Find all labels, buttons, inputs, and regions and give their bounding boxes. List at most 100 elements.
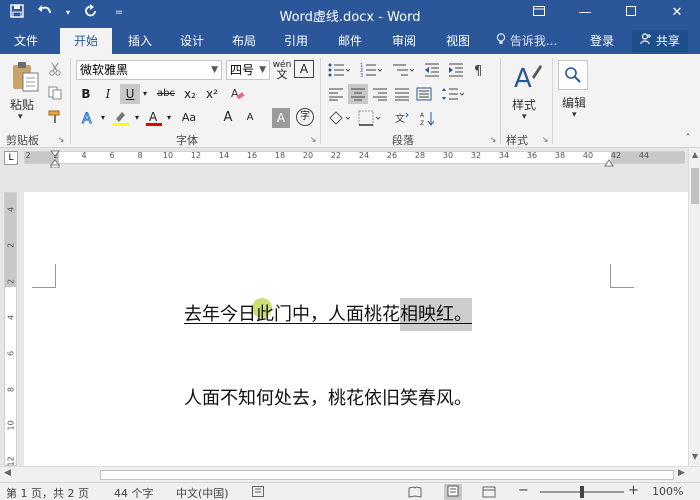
- enclose-characters-button[interactable]: 字: [296, 108, 314, 126]
- document-page[interactable]: 去年今日此门中，人面桃花相映红。 人面不知何处去，桃花依旧笑春风。: [24, 192, 688, 466]
- decrease-indent-icon[interactable]: [422, 60, 442, 80]
- align-center-icon[interactable]: [348, 84, 368, 104]
- change-case-button[interactable]: Aa: [176, 108, 202, 128]
- share-label: 共享: [655, 34, 680, 48]
- text-effects-icon[interactable]: A: [76, 108, 100, 128]
- font-launcher-icon[interactable]: ↘: [308, 134, 318, 144]
- align-right-icon[interactable]: [370, 84, 390, 104]
- justify-icon[interactable]: [392, 84, 412, 104]
- zoom-in-icon[interactable]: +: [628, 483, 639, 498]
- editing-button[interactable]: 编辑: [562, 94, 586, 111]
- subscript-button[interactable]: x₂: [180, 84, 200, 104]
- macro-record-icon[interactable]: [252, 486, 264, 500]
- zoom-slider-handle[interactable]: [580, 486, 584, 498]
- print-layout-icon[interactable]: [444, 484, 462, 500]
- paste-dropdown-icon[interactable]: ▾: [18, 112, 23, 122]
- chevron-down-icon[interactable]: ▾: [164, 108, 174, 128]
- paste-icon[interactable]: [8, 60, 42, 94]
- styles-button[interactable]: 样式: [512, 96, 536, 113]
- tab-layout[interactable]: 布局: [224, 28, 264, 54]
- close-icon[interactable]: ✕: [654, 0, 700, 28]
- window-controls: — ✕: [516, 0, 700, 28]
- grow-font-button[interactable]: A: [218, 108, 238, 128]
- login-link[interactable]: 登录: [590, 28, 614, 54]
- clear-formatting-icon[interactable]: A: [228, 84, 248, 104]
- zoom-level[interactable]: 100%: [652, 485, 683, 498]
- superscript-button[interactable]: x²: [202, 84, 222, 104]
- underline-dropdown-icon[interactable]: ▾: [140, 84, 150, 104]
- italic-button[interactable]: I: [98, 84, 118, 104]
- find-icon[interactable]: [558, 60, 588, 90]
- tab-home[interactable]: 开始: [60, 28, 112, 54]
- tell-me-box[interactable]: 告诉我...: [496, 28, 557, 54]
- minimize-icon[interactable]: —: [562, 0, 608, 28]
- chevron-down-icon[interactable]: ▾: [132, 108, 142, 128]
- font-size-select[interactable]: 四号 ▼: [226, 60, 270, 80]
- indent-marker-icon[interactable]: [50, 150, 60, 168]
- phonetic-guide-button[interactable]: wén 文: [272, 60, 292, 80]
- read-mode-icon[interactable]: [408, 486, 422, 500]
- collapse-ribbon-icon[interactable]: ˄: [682, 132, 694, 144]
- tab-review[interactable]: 审阅: [384, 28, 424, 54]
- font-color-icon[interactable]: A: [144, 108, 164, 128]
- bullets-icon[interactable]: [326, 60, 352, 80]
- multilevel-list-icon[interactable]: [390, 60, 416, 80]
- highlight-color-icon[interactable]: [110, 108, 132, 128]
- zoom-out-icon[interactable]: −: [518, 483, 529, 498]
- character-shading-button[interactable]: A: [272, 108, 290, 128]
- asian-layout-icon[interactable]: 文: [392, 108, 412, 128]
- tab-references[interactable]: 引用: [276, 28, 316, 54]
- language-indicator[interactable]: 中文(中国): [176, 485, 229, 500]
- vertical-scrollbar[interactable]: ▲ ▼: [688, 148, 700, 466]
- styles-launcher-icon[interactable]: ↘: [540, 134, 550, 144]
- paragraph-launcher-icon[interactable]: ↘: [488, 134, 498, 144]
- horizontal-scroll-thumb[interactable]: [100, 470, 674, 480]
- zoom-slider[interactable]: [540, 486, 624, 498]
- scroll-left-icon[interactable]: ◀: [4, 468, 11, 478]
- tab-insert[interactable]: 插入: [118, 28, 162, 54]
- styles-icon[interactable]: A: [510, 60, 544, 94]
- character-border-button[interactable]: A: [294, 60, 314, 78]
- paragraph-line-2[interactable]: 人面不知何处去，桃花依旧笑春风。: [184, 384, 472, 410]
- shrink-font-button[interactable]: A: [240, 108, 260, 128]
- distributed-icon[interactable]: [414, 84, 434, 104]
- sort-icon[interactable]: AZ: [418, 108, 438, 128]
- line-spacing-icon[interactable]: [440, 84, 466, 104]
- tab-view[interactable]: 视图: [438, 28, 478, 54]
- horizontal-scrollbar[interactable]: ◀ ▶: [0, 466, 700, 482]
- tab-selector[interactable]: L: [4, 151, 18, 165]
- maximize-icon[interactable]: [608, 0, 654, 28]
- page-count[interactable]: 第 1 页，共 2 页: [6, 485, 89, 500]
- ribbon-display-icon[interactable]: [516, 0, 562, 28]
- right-indent-marker-icon[interactable]: [604, 158, 614, 168]
- cut-icon[interactable]: [46, 60, 64, 78]
- word-count[interactable]: 44 个字: [114, 485, 154, 500]
- clipboard-launcher-icon[interactable]: ↘: [56, 134, 66, 144]
- paragraph-line-1[interactable]: 去年今日此门中，人面桃花相映红。: [184, 298, 472, 331]
- styles-dropdown-icon[interactable]: ▾: [522, 112, 527, 122]
- share-button[interactable]: 共享: [632, 30, 688, 52]
- editing-dropdown-icon[interactable]: ▾: [572, 110, 577, 120]
- increase-indent-icon[interactable]: [446, 60, 466, 80]
- format-painter-icon[interactable]: [46, 108, 64, 126]
- chevron-down-icon[interactable]: ▾: [98, 108, 108, 128]
- scroll-up-icon[interactable]: ▲: [689, 150, 700, 159]
- tab-design[interactable]: 设计: [172, 28, 212, 54]
- vertical-scroll-thumb[interactable]: [691, 168, 699, 204]
- bold-button[interactable]: B: [76, 84, 96, 104]
- paste-button[interactable]: 粘贴: [10, 96, 34, 113]
- tab-file[interactable]: 文件: [6, 28, 46, 54]
- align-left-icon[interactable]: [326, 84, 346, 104]
- font-name-select[interactable]: 微软雅黑 ▼: [76, 60, 222, 80]
- underline-button[interactable]: U: [120, 84, 140, 104]
- paragraph-marks-icon[interactable]: ¶: [470, 60, 490, 80]
- scroll-right-icon[interactable]: ▶: [678, 468, 685, 478]
- scroll-down-icon[interactable]: ▼: [689, 452, 700, 461]
- borders-icon[interactable]: [356, 108, 382, 128]
- copy-icon[interactable]: [46, 84, 64, 102]
- strikethrough-button[interactable]: abc: [154, 84, 178, 104]
- shading-icon[interactable]: [326, 108, 352, 128]
- tab-mailings[interactable]: 邮件: [330, 28, 370, 54]
- web-layout-icon[interactable]: [482, 486, 496, 500]
- numbering-icon[interactable]: 123: [358, 60, 384, 80]
